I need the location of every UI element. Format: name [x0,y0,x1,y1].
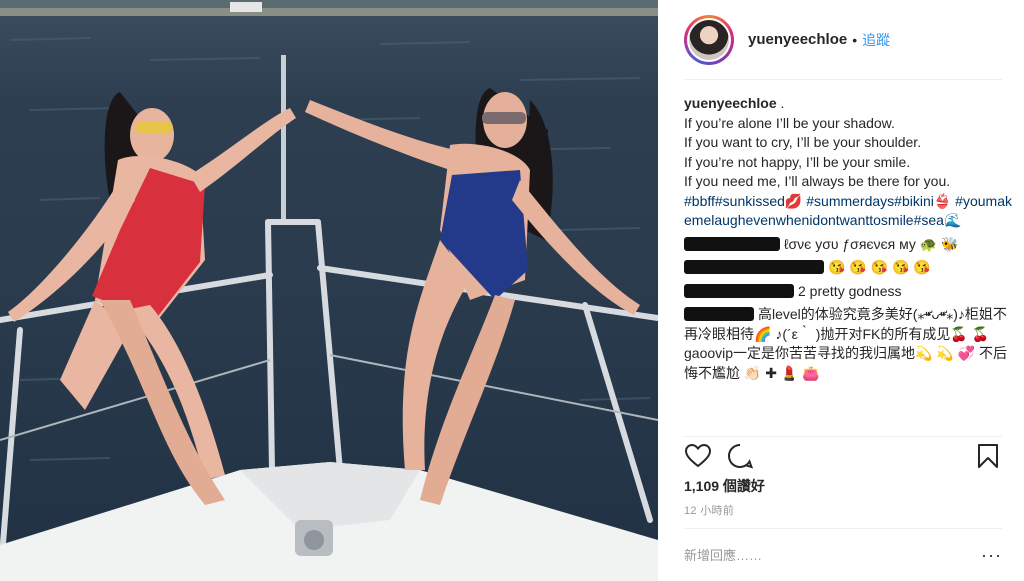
add-comment-bar: ··· [684,528,1002,581]
comment-text: ℓσνє уσυ ƒσяєνєя му 🐢 🐝 [784,235,959,252]
action-bar [684,436,1002,470]
bookmark-icon[interactable] [974,442,1002,470]
caption-and-comments: yuenyeechloe . If you’re alone I’ll be y… [684,94,1014,424]
comment-item: 😘 😘 😘 😘 😘 [684,258,1014,278]
header-separator: • [852,31,858,48]
comment-item: ℓσνє уσυ ƒσяєνєя му 🐢 🐝 [684,235,1014,255]
comment-text: 2 pretty godness [798,282,902,299]
caption-hashtags[interactable]: #bbff#sunkissed💋 #summerdays#bikini👙 #yo… [684,193,1012,229]
comment-item: 高level的体验究竟多美好(⁎⁍̴̛ᴗ⁍̴̛⁎)♪柜姐不再冷眼相待🌈 ♪(´ε… [684,305,1014,383]
comment-input[interactable] [684,547,982,563]
caption-line: If you need me, I’ll always be there for… [684,173,951,189]
caption-line: If you’re alone I’ll be your shadow. [684,114,895,131]
likes-count[interactable]: 1,109 個讚好 [684,476,765,496]
post-timestamp[interactable]: 12 小時前 [684,502,734,518]
comment-bubble-icon[interactable] [726,442,754,470]
post-photo[interactable] [0,0,658,581]
post-side-panel: yuenyeechloe • 追蹤 yuenyeechloe . If you’… [658,0,1024,581]
follow-button[interactable]: 追蹤 [862,30,890,50]
heart-icon[interactable] [684,442,712,470]
caption-suffix: . [776,95,785,111]
redacted-username [684,260,824,274]
post-header: yuenyeechloe • 追蹤 [684,0,1002,80]
redacted-username [684,283,794,298]
caption-line: If you want to cry, I’ll be your shoulde… [684,134,922,150]
caption-username[interactable]: yuenyeechloe [684,95,777,111]
caption-first-line: yuenyeechloe . [684,94,1014,114]
header-username[interactable]: yuenyeechloe [748,31,847,48]
comment-text: 😘 😘 😘 😘 😘 [828,259,931,275]
yacht-photo-illustration [0,0,658,581]
more-options-icon[interactable]: ··· [981,545,1002,566]
avatar-image [689,19,729,60]
redacted-username [684,307,754,321]
comment-item: 2 pretty godness [684,282,1014,302]
avatar-frame [687,17,731,62]
caption-line: If you’re not happy, I’ll be your smile. [684,153,911,170]
avatar[interactable] [684,14,734,65]
redacted-username [684,236,780,251]
